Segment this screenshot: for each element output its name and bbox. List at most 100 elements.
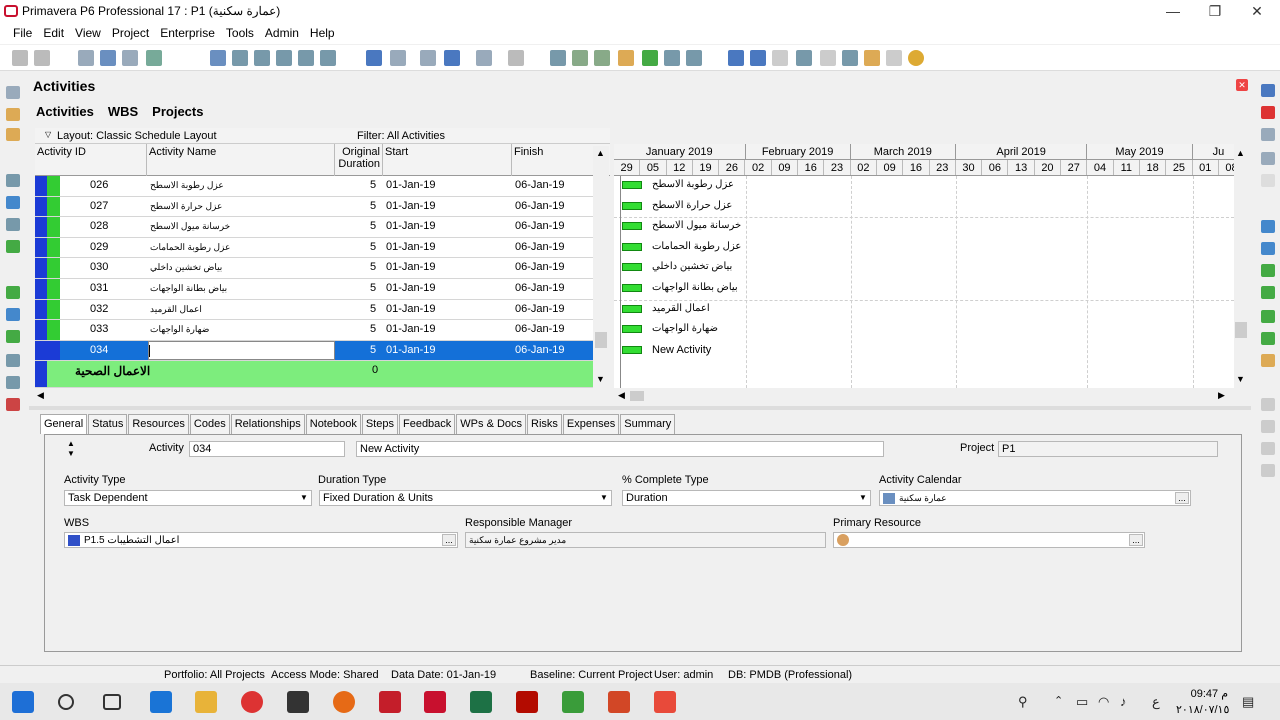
gantt-vertical-scrollbar[interactable]: ▲ ▼ bbox=[1234, 146, 1248, 388]
table-row[interactable]: 026 عزل رطوبة الاسطح 5 01-Jan-19 06-Jan-… bbox=[35, 176, 593, 197]
paste-icon[interactable] bbox=[1261, 174, 1275, 187]
column-start[interactable]: Start bbox=[383, 144, 512, 176]
primary-resource-field[interactable]: ... bbox=[833, 532, 1145, 548]
assign-successor-icon[interactable] bbox=[1261, 286, 1275, 299]
progress-line-icon[interactable] bbox=[820, 50, 836, 66]
activity-details-icon[interactable] bbox=[254, 50, 270, 66]
menu-file[interactable]: File bbox=[8, 26, 37, 40]
timescale-icon[interactable] bbox=[886, 50, 902, 66]
filter-icon[interactable] bbox=[444, 50, 460, 66]
columns-icon[interactable] bbox=[78, 50, 94, 66]
zoom-out-icon[interactable] bbox=[750, 50, 766, 66]
percent-complete-type-select[interactable]: Duration ▼ bbox=[622, 490, 871, 506]
activity-calendar-field[interactable]: عمارة سكنية... bbox=[879, 490, 1191, 506]
risks-icon[interactable] bbox=[6, 398, 20, 411]
scroll-down-icon[interactable]: ▼ bbox=[596, 374, 605, 384]
acrobat-icon[interactable] bbox=[379, 691, 401, 713]
tab-general[interactable]: General bbox=[40, 414, 88, 434]
gantt-chart-icon[interactable] bbox=[232, 50, 248, 66]
wbs-icon[interactable] bbox=[6, 174, 20, 187]
tab-wps-docs[interactable]: WPs & Docs bbox=[456, 414, 527, 434]
copy-icon[interactable] bbox=[1261, 152, 1275, 165]
issues-icon[interactable] bbox=[6, 354, 20, 367]
print-preview-icon[interactable] bbox=[34, 50, 50, 66]
menu-project[interactable]: Project bbox=[107, 26, 154, 40]
tab-summary[interactable]: Summary bbox=[620, 414, 676, 434]
edge-icon[interactable] bbox=[150, 691, 172, 713]
update-progress-icon[interactable] bbox=[618, 50, 634, 66]
minimize-button[interactable]: — bbox=[1150, 0, 1196, 22]
pane-splitter[interactable] bbox=[29, 406, 1251, 410]
calculator-icon[interactable] bbox=[287, 691, 309, 713]
store-period-icon[interactable] bbox=[642, 50, 658, 66]
usage-profile-icon[interactable] bbox=[276, 50, 292, 66]
indent-right-icon[interactable] bbox=[1261, 464, 1275, 477]
split-icon[interactable] bbox=[796, 50, 812, 66]
table-row[interactable]: 029 عزل رطوبة الحمامات 5 01-Jan-19 06-Ja… bbox=[35, 237, 593, 259]
gantt-bar[interactable] bbox=[622, 181, 642, 189]
move-down-icon[interactable] bbox=[1261, 420, 1275, 433]
scroll-right-icon[interactable]: ▶ bbox=[1218, 390, 1225, 401]
table-row[interactable]: 030 بياض تخشين داخلي 5 01-Jan-19 06-Jan-… bbox=[35, 258, 593, 279]
cut-icon[interactable] bbox=[1261, 128, 1275, 141]
table-row[interactable]: 027 عزل حرارة الاسطح 5 01-Jan-19 06-Jan-… bbox=[35, 196, 593, 218]
activity-type-select[interactable]: Task Dependent ▼ bbox=[64, 490, 312, 506]
file-explorer-icon[interactable] bbox=[195, 691, 217, 713]
wbs-field[interactable]: P1.5 اعمال التشطيبات... bbox=[64, 532, 458, 548]
scroll-left-icon[interactable]: ◀ bbox=[37, 390, 44, 401]
zoom-in-icon[interactable] bbox=[728, 50, 744, 66]
menu-help[interactable]: Help bbox=[305, 26, 340, 40]
numbering-icon[interactable] bbox=[508, 50, 524, 66]
reports-icon[interactable] bbox=[6, 218, 20, 231]
ellipsis-button[interactable]: ... bbox=[1175, 492, 1189, 504]
table-vertical-scrollbar[interactable]: ▲ ▼ bbox=[593, 146, 609, 388]
scroll-down-icon[interactable]: ▼ bbox=[1236, 374, 1245, 384]
ellipsis-button[interactable]: ... bbox=[1129, 534, 1143, 546]
projects-icon[interactable] bbox=[6, 108, 20, 121]
move-up-icon[interactable] bbox=[1261, 398, 1275, 411]
assign-icon[interactable] bbox=[664, 50, 680, 66]
clock-date[interactable]: ٢٠١٨/٠٧/١٥ bbox=[1176, 703, 1229, 716]
table-horizontal-scrollbar[interactable]: ◀ bbox=[35, 389, 593, 403]
dropdown-arrow-icon[interactable]: ▼ bbox=[598, 492, 610, 504]
layout-name[interactable]: Layout: Classic Schedule Layout bbox=[57, 130, 217, 142]
assign-code-icon[interactable] bbox=[1261, 310, 1275, 323]
expand-icon[interactable] bbox=[476, 50, 492, 66]
gantt-bar[interactable] bbox=[622, 304, 642, 313]
home-icon[interactable] bbox=[6, 86, 20, 99]
zoom-fit-icon[interactable] bbox=[772, 50, 788, 66]
dropdown-arrow-icon[interactable]: ▼ bbox=[298, 492, 310, 504]
assign-step-icon[interactable] bbox=[1261, 332, 1275, 345]
next-arrow-icon[interactable]: ▼ bbox=[67, 449, 75, 458]
chevron-down-icon[interactable]: ▽ bbox=[45, 130, 51, 139]
menu-view[interactable]: View bbox=[70, 26, 106, 40]
menu-tools[interactable]: Tools bbox=[221, 26, 259, 40]
tab-feedback[interactable]: Feedback bbox=[398, 414, 456, 434]
gantt-bar[interactable] bbox=[622, 345, 642, 354]
resources-icon[interactable] bbox=[6, 196, 20, 209]
scroll-up-icon[interactable]: ▲ bbox=[1236, 148, 1245, 158]
indent-left-icon[interactable] bbox=[1261, 442, 1275, 455]
task-view-icon[interactable] bbox=[103, 694, 121, 710]
close-window-button[interactable]: ✕ bbox=[1234, 0, 1280, 22]
assign-resource-icon[interactable] bbox=[1261, 220, 1275, 233]
column-original-duration[interactable]: Original Duration bbox=[335, 144, 383, 176]
columns-select-icon[interactable] bbox=[390, 50, 406, 66]
activity-name-field[interactable]: New Activity bbox=[356, 441, 884, 457]
chrome-icon[interactable] bbox=[241, 691, 263, 713]
delete-icon[interactable] bbox=[1261, 106, 1275, 119]
camtasia-icon[interactable] bbox=[562, 691, 584, 713]
group-sort-icon[interactable] bbox=[420, 50, 436, 66]
previous-arrow-icon[interactable]: ▲ bbox=[67, 439, 75, 448]
recorder-icon[interactable] bbox=[654, 691, 676, 713]
people-icon[interactable]: ⚲ bbox=[1018, 694, 1028, 710]
activity-name-editor[interactable] bbox=[148, 340, 335, 361]
table-row[interactable]: 032 اعمال القرميد 5 01-Jan-19 06-Jan-19 bbox=[35, 299, 593, 321]
activity-id-field[interactable]: 034 bbox=[189, 441, 345, 457]
powerpoint-icon[interactable] bbox=[608, 691, 630, 713]
close-panel-icon[interactable]: ✕ bbox=[1236, 79, 1248, 91]
table-row[interactable]: 028 خرسانة ميول الاسطح 5 01-Jan-19 06-Ja… bbox=[35, 217, 593, 238]
battery-icon[interactable]: ▭ bbox=[1076, 694, 1088, 710]
bars-icon[interactable] bbox=[100, 50, 116, 66]
work-products-icon[interactable] bbox=[6, 330, 20, 343]
